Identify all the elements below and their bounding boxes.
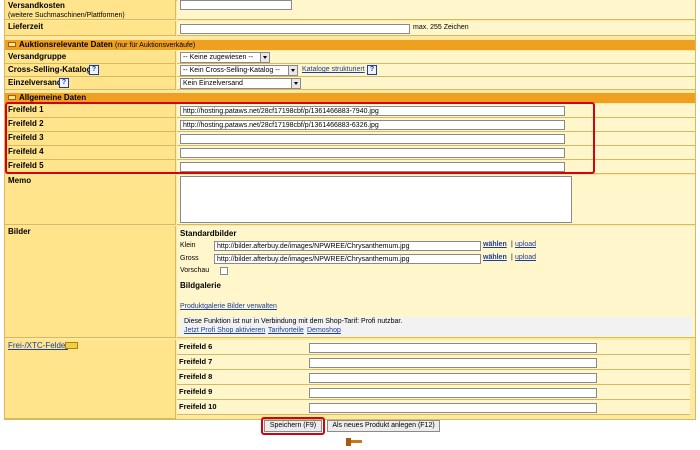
- xtc-row: Freifeld 8: [177, 370, 690, 385]
- chevron-down-icon: [291, 79, 300, 88]
- xtc-field-label: Freifeld 8: [179, 372, 213, 381]
- bilder-label: Bilder: [5, 226, 176, 338]
- einzelversand-select[interactable]: Kein Einzelversand: [180, 78, 301, 89]
- lieferzeit-label: Lieferzeit: [5, 21, 176, 36]
- gross-waehlen-link[interactable]: wählen: [483, 254, 507, 261]
- kataloge-strukturiert-link[interactable]: Kataloge strukturiert: [302, 66, 365, 73]
- help-icon[interactable]: ?: [367, 65, 377, 75]
- cross-selling-label: Cross-Selling-Katalog ?: [5, 64, 176, 77]
- xtc-field-label: Freifeld 10: [179, 402, 217, 411]
- versandgruppe-label: Versandgruppe: [5, 51, 176, 64]
- vorschau-checkbox[interactable]: [220, 267, 228, 275]
- separator: |: [511, 241, 513, 248]
- versandgruppe-select[interactable]: -- Keine zugewiesen --: [180, 52, 270, 63]
- klein-input[interactable]: http://bilder.afterbuy.de/images/NPWREE/…: [214, 241, 481, 251]
- xtc-field-label: Freifeld 9: [179, 387, 213, 396]
- chevron-down-icon: [260, 53, 269, 62]
- versandkosten-input[interactable]: [180, 0, 292, 10]
- xtc-label: Frei-/XTC-Felder: [5, 340, 176, 419]
- memo-textarea[interactable]: [180, 176, 572, 223]
- xtc-row: Freifeld 6: [177, 340, 690, 355]
- memo-label: Memo: [5, 175, 176, 225]
- gross-upload-link[interactable]: upload: [515, 254, 536, 261]
- klein-label: Klein: [180, 242, 196, 249]
- klein-upload-link[interactable]: upload: [515, 241, 536, 248]
- cross-selling-cell: -- Kein Cross-Selling-Katalog -- Katalog…: [177, 64, 695, 77]
- xtc-link[interactable]: Frei-/XTC-Felder: [8, 341, 68, 350]
- highlight-save: [261, 417, 325, 435]
- new-product-button[interactable]: Als neues Produkt anlegen (F12): [327, 420, 440, 432]
- xtc-field-label: Freifeld 6: [179, 342, 213, 351]
- section-auktionsrelevante-daten[interactable]: Auktionsrelevante Daten (nur für Auktion…: [5, 40, 695, 50]
- vorschau-label: Vorschau: [180, 267, 210, 274]
- freifeld-7-input[interactable]: [309, 358, 597, 368]
- gross-label: Gross: [180, 255, 199, 262]
- memo-cell: [177, 175, 695, 225]
- einzelversand-cell: Kein Einzelversand: [177, 77, 695, 90]
- standardbilder-heading: Standardbilder: [180, 229, 237, 238]
- tarifvorteile-link[interactable]: Tarifvorteile: [268, 327, 304, 334]
- bildgalerie-heading: Bildgalerie: [180, 281, 221, 290]
- arrow-right-icon[interactable]: [65, 342, 78, 349]
- klein-waehlen-link[interactable]: wählen: [483, 241, 507, 248]
- cross-selling-select[interactable]: -- Kein Cross-Selling-Katalog --: [180, 65, 298, 76]
- freifeld-9-input[interactable]: [309, 388, 597, 398]
- collapse-toggle-icon[interactable]: [8, 42, 16, 47]
- separator: |: [511, 254, 513, 261]
- tarif-notice-text: Diese Funktion ist nur in Verbindung mit…: [184, 318, 403, 325]
- chevron-down-icon: [288, 66, 297, 75]
- xtc-row: Freifeld 10: [177, 400, 690, 415]
- versandkosten-label: Versandkosten (weitere Suchmaschinen/Pla…: [5, 0, 176, 20]
- freifeld-8-input[interactable]: [309, 373, 597, 383]
- lieferzeit-input[interactable]: [180, 24, 410, 34]
- freifeld-10-input[interactable]: [309, 403, 597, 413]
- help-icon[interactable]: ?: [89, 65, 99, 75]
- help-icon[interactable]: ?: [59, 78, 69, 88]
- xtc-field-label: Freifeld 7: [179, 357, 213, 366]
- demoshop-link[interactable]: Demoshop: [307, 327, 341, 334]
- produktgalerie-link[interactable]: Produktgalerie Bilder verwalten: [180, 303, 277, 310]
- bilder-cell: Standardbilder Klein http://bilder.after…: [177, 226, 695, 338]
- lieferzeit-cell: max. 255 Zeichen: [177, 21, 695, 36]
- xtc-row: Freifeld 9: [177, 385, 690, 400]
- versandgruppe-cell: -- Keine zugewiesen --: [177, 51, 695, 64]
- xtc-row: Freifeld 7: [177, 355, 690, 370]
- highlight-freifelder: [5, 102, 595, 174]
- gross-input[interactable]: http://bilder.afterbuy.de/images/NPWREE/…: [214, 254, 481, 264]
- freifeld-6-input[interactable]: [309, 343, 597, 353]
- tarif-notice: Diese Funktion ist nur in Verbindung mit…: [180, 317, 692, 336]
- profi-shop-link[interactable]: Jetzt Profi Shop aktivieren: [184, 327, 265, 334]
- hammer-icon: [346, 438, 362, 446]
- lieferzeit-hint: max. 255 Zeichen: [413, 24, 469, 31]
- einzelversand-label: Einzelversand ?: [5, 77, 176, 90]
- versandkosten-cell: [177, 0, 695, 20]
- collapse-toggle-icon[interactable]: [8, 95, 16, 100]
